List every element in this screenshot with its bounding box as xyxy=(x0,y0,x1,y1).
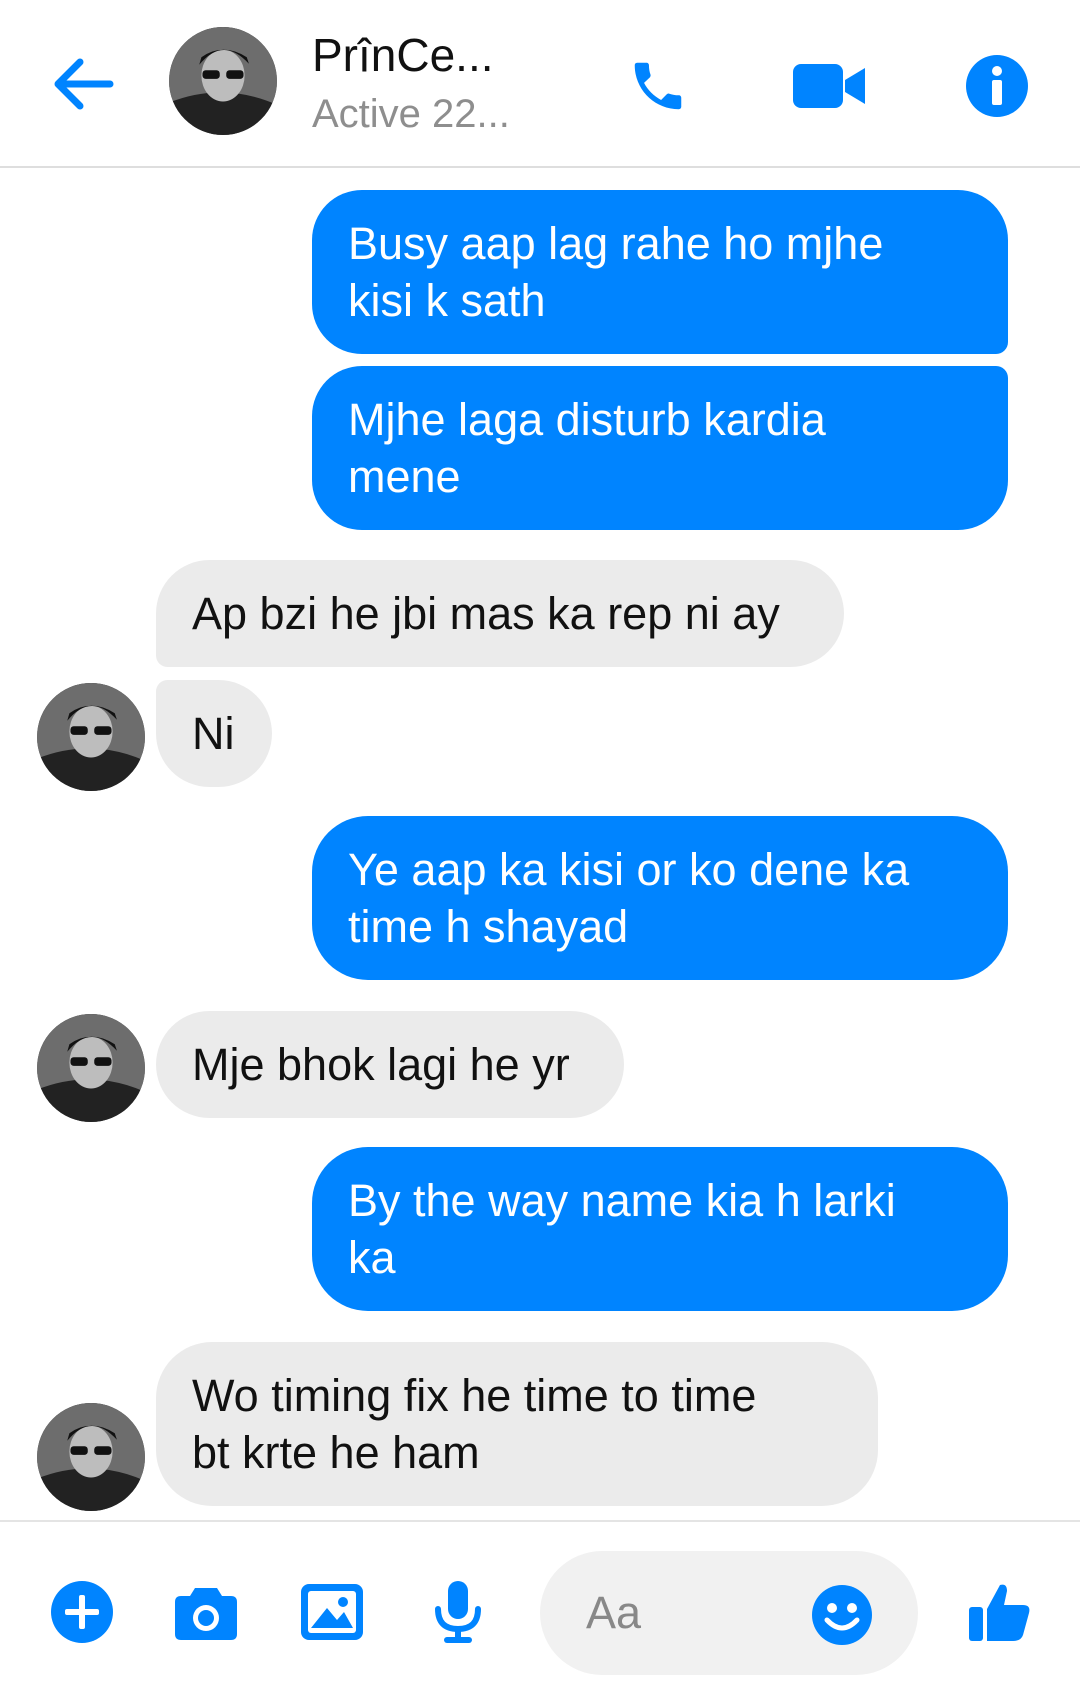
incoming-message[interactable]: Ni xyxy=(156,680,272,787)
gallery-icon[interactable] xyxy=(294,1574,370,1650)
incoming-message[interactable]: Wo timing fix he time to time bt krte he… xyxy=(156,1342,878,1506)
camera-icon[interactable] xyxy=(168,1574,244,1650)
message-composer xyxy=(0,1520,1080,1701)
microphone-icon[interactable] xyxy=(420,1574,496,1650)
info-icon[interactable] xyxy=(955,44,1039,128)
thumbs-up-icon[interactable] xyxy=(962,1574,1038,1650)
sender-avatar xyxy=(37,1403,145,1511)
video-camera-icon[interactable] xyxy=(787,44,871,128)
back-arrow-icon[interactable] xyxy=(44,46,120,122)
message-input[interactable] xyxy=(584,1577,818,1649)
contact-avatar[interactable] xyxy=(169,27,277,135)
phone-icon[interactable] xyxy=(616,44,700,128)
outgoing-message[interactable]: By the way name kia h larki ka xyxy=(312,1147,1008,1311)
message-input-container[interactable] xyxy=(540,1551,918,1675)
incoming-message[interactable]: Ap bzi he jbi mas ka rep ni ay xyxy=(156,560,844,667)
contact-name[interactable]: PrînCe... xyxy=(312,28,494,82)
chat-header: PrînCe... Active 22... xyxy=(0,0,1080,168)
plus-icon[interactable] xyxy=(44,1574,120,1650)
outgoing-message[interactable]: Ye aap ka kisi or ko dene ka time h shay… xyxy=(312,816,1008,980)
sender-avatar xyxy=(37,683,145,791)
outgoing-message[interactable]: Mjhe laga disturb kardia mene xyxy=(312,366,1008,530)
sender-avatar xyxy=(37,1014,145,1122)
active-status: Active 22... xyxy=(312,92,510,136)
incoming-message[interactable]: Mje bhok lagi he yr xyxy=(156,1011,624,1118)
outgoing-message[interactable]: Busy aap lag rahe ho mjhe kisi k sath xyxy=(312,190,1008,354)
emoji-icon[interactable] xyxy=(804,1577,880,1653)
